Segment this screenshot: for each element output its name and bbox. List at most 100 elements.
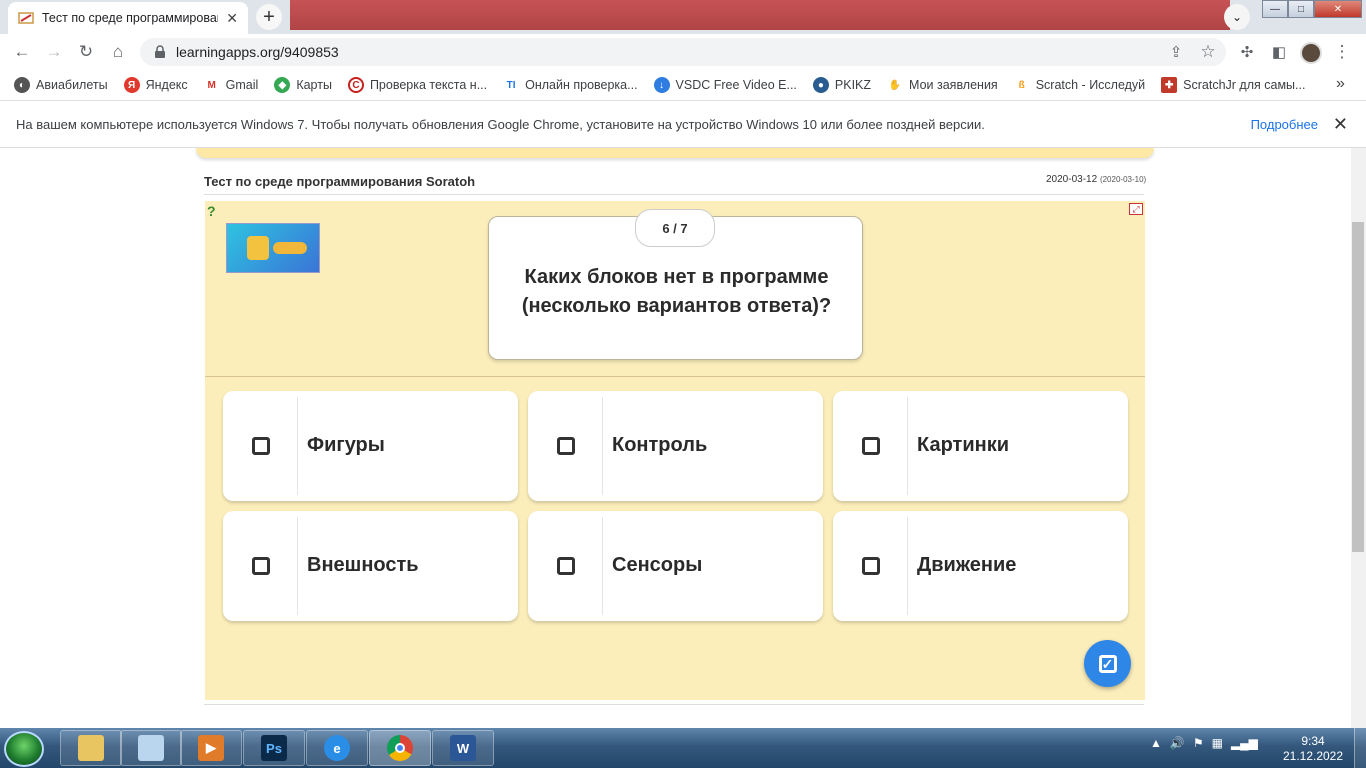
answer-option-dvizhenie[interactable]: Движение xyxy=(833,511,1128,621)
volume-icon[interactable]: 🔊 xyxy=(1170,736,1185,750)
divider xyxy=(204,194,1144,195)
clock[interactable]: 9:34 21.12.2022 xyxy=(1282,734,1344,764)
taskbar-chrome[interactable] xyxy=(369,730,431,766)
start-button[interactable] xyxy=(4,731,44,767)
scratch-thumbnail-image xyxy=(226,223,320,273)
check-answer-button[interactable]: ✓ xyxy=(1084,640,1131,687)
question-card: 6 / 7 Каких блоков нет в программе (неск… xyxy=(488,209,863,360)
infobar-close-icon[interactable]: ✕ xyxy=(1333,114,1348,135)
scratch-icon: ß xyxy=(1013,77,1030,93)
taskbar-explorer[interactable] xyxy=(60,730,122,766)
bookmark-online-check[interactable]: TI Онлайн проверка... xyxy=(503,77,638,93)
new-tab-button[interactable]: + xyxy=(256,4,282,30)
bookmark-maps[interactable]: ◆ Карты xyxy=(274,77,332,93)
chrome-icon xyxy=(387,735,413,761)
scratchjr-icon: ✚ xyxy=(1161,77,1178,93)
answer-option-sensory[interactable]: Сенсоры xyxy=(528,511,823,621)
bookmark-pkikz[interactable]: ● PKIKZ xyxy=(812,77,871,93)
internet-explorer-icon: e xyxy=(324,735,350,761)
bookmark-my-applications[interactable]: ✋ Мои заявления xyxy=(887,77,998,93)
share-icon[interactable]: ⇪ xyxy=(1164,40,1188,64)
taskbar-photoshop[interactable]: Ps xyxy=(243,730,305,766)
pkikz-icon: ● xyxy=(812,77,829,93)
answer-option-kontrol[interactable]: Контроль xyxy=(528,391,823,501)
question-counter: 6 / 7 xyxy=(635,209,715,247)
site-header-strip xyxy=(196,148,1154,158)
checkbox-icon[interactable] xyxy=(862,437,880,455)
checkbox-icon[interactable] xyxy=(557,557,575,575)
quiz-area: ? ⤢ 6 / 7 Каких блоков нет в программе (… xyxy=(205,201,1145,700)
maximize-button[interactable]: □ xyxy=(1288,0,1314,18)
help-icon[interactable]: ? xyxy=(207,203,216,219)
bookmark-gmail[interactable]: M Gmail xyxy=(203,77,258,93)
bookmark-vsdc[interactable]: ↓ VSDC Free Video E... xyxy=(653,77,797,93)
scrollbar-thumb[interactable] xyxy=(1352,222,1364,552)
bookmark-scratch[interactable]: ß Scratch - Исследуй xyxy=(1013,77,1145,93)
answer-option-kartinki[interactable]: Картинки xyxy=(833,391,1128,501)
browser-tab-active[interactable]: Тест по среде программирован ✕ xyxy=(8,2,248,34)
checkbox-icon[interactable] xyxy=(252,557,270,575)
show-desktop-button[interactable] xyxy=(1354,728,1366,768)
fullscreen-icon[interactable]: ⤢ xyxy=(1129,203,1143,215)
network-icon[interactable]: ▦ xyxy=(1212,736,1223,750)
divider xyxy=(204,704,1144,705)
checkmark-icon: ✓ xyxy=(1098,654,1117,673)
copyright-icon: C xyxy=(347,77,364,93)
learningapps-favicon-icon xyxy=(18,12,34,24)
bookmark-text-check[interactable]: C Проверка текста н... xyxy=(347,77,487,93)
answer-option-vneshnost[interactable]: Внешность xyxy=(223,511,518,621)
url-text: learningapps.org/9409853 xyxy=(176,44,339,60)
bookmark-aviabilety[interactable]: ◐ Авиабилеты xyxy=(14,77,108,93)
minimize-button[interactable]: — xyxy=(1262,0,1288,18)
address-bar[interactable]: learningapps.org/9409853 xyxy=(140,38,1226,66)
tab-search-chevron-icon[interactable]: ⌄ xyxy=(1224,4,1250,30)
ti-icon: TI xyxy=(503,77,520,93)
folder-icon xyxy=(78,735,104,761)
page-content: Тест по среде программирования Soratoh 2… xyxy=(0,148,1351,728)
notepad-icon xyxy=(138,735,164,761)
question-text: Каких блоков нет в программе (несколько … xyxy=(521,266,832,317)
flag-icon[interactable]: ⚑ xyxy=(1193,736,1204,750)
answer-option-figury[interactable]: Фигуры xyxy=(223,391,518,501)
home-icon[interactable]: ⌂ xyxy=(106,40,130,64)
forward-arrow-icon[interactable]: → xyxy=(42,40,66,64)
vsdc-icon: ↓ xyxy=(653,77,670,93)
gmail-icon: M xyxy=(203,77,220,93)
infobar-more-link[interactable]: Подробнее xyxy=(1251,117,1318,132)
taskbar-media[interactable]: ▶ xyxy=(180,730,242,766)
bookmarks-overflow-button[interactable]: » xyxy=(1336,75,1345,93)
back-arrow-icon[interactable]: ← xyxy=(10,40,34,64)
bookmark-scratchjr[interactable]: ✚ ScratchJr для самы... xyxy=(1161,77,1305,93)
app-date: 2020-03-12 (2020-03-10) xyxy=(1046,174,1147,185)
tray-expand-icon[interactable]: ▲ xyxy=(1150,736,1162,750)
signal-icon[interactable]: ▂▄▆ xyxy=(1231,736,1258,750)
taskbar-notepad[interactable] xyxy=(120,730,182,766)
photoshop-icon: Ps xyxy=(261,735,287,761)
infobar-message: На вашем компьютере используется Windows… xyxy=(16,116,985,132)
bookmark-star-icon[interactable]: ☆ xyxy=(1196,40,1220,64)
profile-avatar[interactable] xyxy=(1300,42,1322,64)
bookmark-yandex[interactable]: Я Яндекс xyxy=(123,77,188,93)
tab-close-icon[interactable]: ✕ xyxy=(226,10,238,27)
extensions-puzzle-icon[interactable]: ✣ xyxy=(1235,40,1259,64)
app-title: Тест по среде программирования Soratoh xyxy=(204,174,476,189)
media-player-icon: ▶ xyxy=(198,735,224,761)
reload-icon[interactable]: ↻ xyxy=(74,40,98,64)
checkbox-icon[interactable] xyxy=(252,437,270,455)
system-tray: ▲ 🔊 ⚑ ▦ ▂▄▆ xyxy=(1150,736,1258,750)
globe-icon: ◐ xyxy=(14,77,30,93)
menu-kebab-icon[interactable]: ⋮ xyxy=(1330,40,1354,64)
update-infobar: На вашем компьютере используется Windows… xyxy=(0,100,1366,148)
checkbox-icon[interactable] xyxy=(557,437,575,455)
word-icon: W xyxy=(450,735,476,761)
close-window-button[interactable]: ✕ xyxy=(1314,0,1362,18)
taskbar-word[interactable]: W xyxy=(432,730,494,766)
hand-icon: ✋ xyxy=(887,77,904,93)
lock-icon xyxy=(155,45,165,58)
side-panel-icon[interactable]: ◧ xyxy=(1267,40,1291,64)
maps-icon: ◆ xyxy=(274,77,291,93)
yandex-icon: Я xyxy=(123,77,140,93)
taskbar-ie[interactable]: e xyxy=(306,730,368,766)
bookmarks-bar: ◐ Авиабилеты Я Яндекс M Gmail ◆ Карты C Прове… xyxy=(0,70,1366,100)
checkbox-icon[interactable] xyxy=(862,557,880,575)
